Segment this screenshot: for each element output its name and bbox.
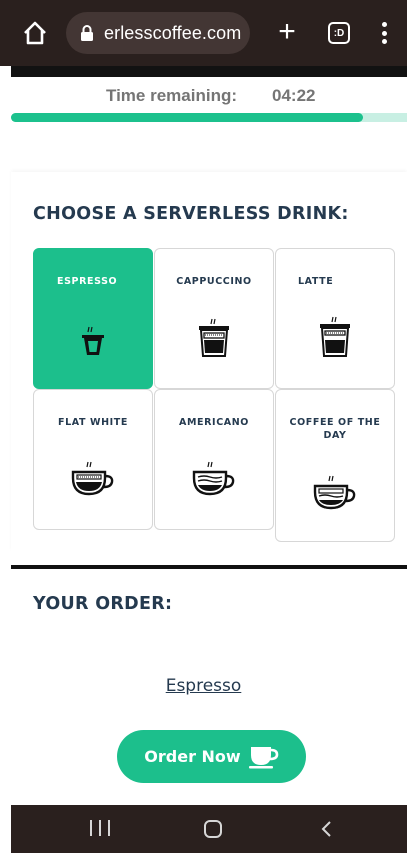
drink-label: AMERICANO [179,417,249,428]
timer-label: Time remaining: [106,86,237,105]
order-now-label: Order Now [144,747,241,766]
drink-label: COFFEE OF THE DAY [289,417,381,441]
system-home-icon[interactable] [204,820,222,838]
url-text: erlesscoffee.com [104,22,242,43]
timer: Time remaining: 04:22 [0,86,407,110]
order-heading: YOUR ORDER: [33,594,173,614]
recent-apps-icon[interactable] [90,820,110,838]
header-divider [11,66,407,77]
drink-label: FLAT WHITE [58,417,128,428]
drink-heading: CHOOSE A SERVERLESS DRINK: [33,204,349,224]
drink-card-flat-white[interactable]: FLAT WHITE [33,389,153,530]
lock-icon [81,25,93,41]
section-divider [11,565,407,569]
espresso-cup-icon [82,326,104,355]
cappuccino-cup-icon [199,318,229,357]
order-now-button[interactable]: Order Now [117,730,306,783]
more-menu-icon[interactable] [380,20,388,46]
americano-cup-icon [192,461,235,496]
timer-value: 04:22 [272,86,316,105]
drink-card-espresso[interactable]: ESPRESSO [33,248,153,389]
coffee-of-the-day-cup-icon [313,475,356,510]
latte-cup-icon [320,316,350,357]
drink-card-americano[interactable]: AMERICANO [154,389,274,530]
coffee-cup-icon [248,746,279,768]
drink-card-coffee-of-the-day[interactable]: COFFEE OF THE DAY [275,389,395,542]
flat-white-cup-icon [71,461,114,496]
new-tab-button[interactable]: + [273,17,301,47]
tab-switcher-button[interactable]: :D [328,22,350,44]
browser-toolbar: erlesscoffee.com + :D [0,0,407,66]
drink-card-latte[interactable]: LATTE [275,248,395,389]
system-navigation-bar [11,805,407,853]
drink-label: ESPRESSO [57,276,118,287]
drink-card-cappuccino[interactable]: CAPPUCCINO [154,248,274,389]
timer-progress-fill [11,113,364,122]
back-icon[interactable] [317,819,337,839]
timer-progress-bar [11,113,407,122]
drink-label: LATTE [298,276,334,287]
drink-label: CAPPUCCINO [176,276,252,287]
home-icon[interactable] [22,20,48,46]
address-bar[interactable]: erlesscoffee.com [66,12,250,54]
order-item-link[interactable]: Espresso [0,676,407,696]
